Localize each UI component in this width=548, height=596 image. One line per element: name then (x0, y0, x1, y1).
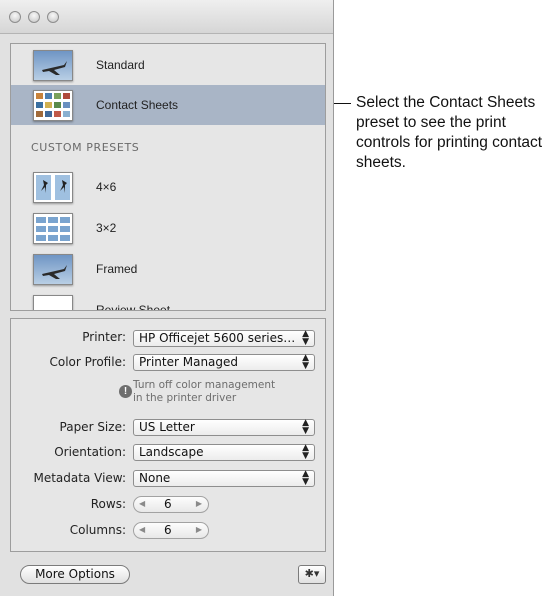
orientation-label: Orientation: (54, 445, 126, 459)
columns-value: 6 (164, 523, 172, 537)
color-management-notice: Turn off color management in the printer… (133, 379, 275, 405)
presets-list: Standard Contact Sheets CUSTOM PRESETS 4… (10, 43, 326, 311)
rows-stepper[interactable]: ◀ 6 ▶ (133, 496, 209, 513)
print-window: Standard Contact Sheets CUSTOM PRESETS 4… (0, 0, 334, 596)
zoom-window-button[interactable] (47, 11, 59, 23)
print-controls-panel: Printer: HP Officejet 5600 series… ▲ ▼ Co… (10, 318, 326, 552)
printer-label: Printer: (82, 330, 126, 344)
popup-arrows-icon: ▲ ▼ (302, 469, 309, 487)
photo-grid-icon (33, 213, 73, 244)
preset-framed[interactable]: Framed (11, 249, 325, 289)
preset-label: Standard (96, 58, 145, 72)
preset-review-sheet[interactable]: Review Sheet (11, 290, 325, 311)
decrement-arrow-icon[interactable]: ◀ (139, 499, 145, 508)
preset-label: Contact Sheets (96, 98, 179, 112)
metadata-view-popup[interactable]: None ▲ ▼ (133, 470, 315, 487)
preset-contact-sheets[interactable]: Contact Sheets (11, 85, 325, 125)
popup-arrows-icon: ▲ ▼ (302, 443, 309, 461)
decrement-arrow-icon[interactable]: ◀ (139, 525, 145, 534)
preset-label: 3×2 (96, 221, 117, 235)
two-figures-icon (33, 172, 73, 203)
columns-label: Columns: (69, 523, 126, 537)
minimize-window-button[interactable] (28, 11, 40, 23)
color-profile-popup[interactable]: Printer Managed ▲ ▼ (133, 354, 315, 371)
color-profile-label: Color Profile: (49, 355, 127, 369)
paper-size-label: Paper Size: (59, 420, 126, 434)
popup-arrows-icon: ▲ ▼ (302, 329, 309, 347)
metadata-view-value: None (139, 471, 171, 485)
rows-value: 6 (164, 497, 172, 511)
preset-label: Review Sheet (96, 303, 171, 311)
metadata-view-label: Metadata View: (33, 471, 126, 485)
notice-line: in the printer driver (133, 392, 237, 404)
preset-label: 4×6 (96, 180, 117, 194)
airplane-photo-icon (33, 254, 73, 285)
orientation-value: Landscape (139, 445, 204, 459)
color-profile-value: Printer Managed (139, 355, 239, 369)
printer-popup[interactable]: HP Officejet 5600 series… ▲ ▼ (133, 330, 315, 347)
popup-arrows-icon: ▲ ▼ (302, 418, 309, 436)
preset-standard[interactable]: Standard (11, 45, 325, 85)
title-bar (0, 0, 333, 34)
orientation-popup[interactable]: Landscape ▲ ▼ (133, 444, 315, 461)
preset-3x2[interactable]: 3×2 (11, 208, 325, 248)
paper-size-value: US Letter (139, 420, 195, 434)
custom-presets-header: CUSTOM PRESETS (31, 141, 140, 154)
increment-arrow-icon[interactable]: ▶ (196, 525, 202, 534)
notice-line: Turn off color management (133, 379, 276, 391)
callout-line (334, 103, 351, 104)
gear-icon[interactable]: ✱▾ (298, 565, 326, 584)
airplane-photo-icon (33, 50, 73, 81)
paper-size-popup[interactable]: US Letter ▲ ▼ (133, 419, 315, 436)
blank-page-icon (33, 295, 73, 310)
preset-label: Framed (96, 262, 138, 276)
warning-icon: ! (119, 385, 132, 398)
callout-text: Select the Contact Sheets preset to see … (356, 94, 543, 171)
more-options-button[interactable]: More Options (20, 565, 130, 584)
close-window-button[interactable] (9, 11, 21, 23)
increment-arrow-icon[interactable]: ▶ (196, 499, 202, 508)
printer-value: HP Officejet 5600 series… (139, 331, 296, 345)
columns-stepper[interactable]: ◀ 6 ▶ (133, 522, 209, 539)
rows-label: Rows: (90, 497, 126, 511)
popup-arrows-icon: ▲ ▼ (302, 353, 309, 371)
contact-sheet-grid-icon (33, 90, 73, 121)
preset-4x6[interactable]: 4×6 (11, 167, 325, 207)
